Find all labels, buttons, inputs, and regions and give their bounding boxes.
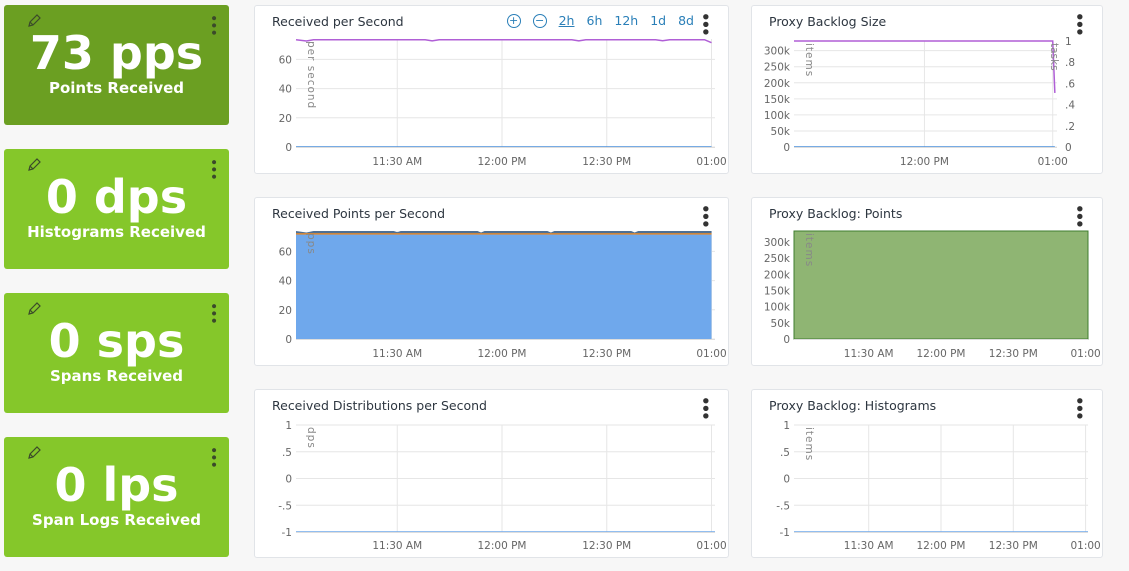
chart-panel: Proxy Backlog: Points ••• 0 50k 100k 150k 200… — [751, 197, 1103, 366]
y-tick-label: 300k — [764, 46, 791, 58]
chart-panel: Proxy Backlog: Histograms ••• -1 -.5 0.5 1 11… — [751, 389, 1103, 558]
stat-value: 73 pps — [29, 26, 204, 80]
y-tick-label: -1 — [780, 527, 790, 539]
x-tick-label: 12:00 PM — [478, 348, 527, 360]
y-tick-label: 100k — [764, 110, 791, 122]
y-tick-label: 200k — [764, 78, 791, 90]
y-tick-label: -.5 — [278, 500, 292, 512]
stat-value: 0 dps — [45, 170, 188, 224]
y-tick-label: 100k — [764, 302, 791, 314]
x-tick-label: 11:30 AM — [372, 540, 422, 552]
stat-label: Points Received — [48, 79, 185, 97]
x-tick-label: 12:30 PM — [582, 540, 631, 552]
y-tick-label: 40 — [279, 276, 292, 288]
y-tick-label: 150k — [764, 94, 791, 106]
y-axis-label: pps — [305, 233, 317, 255]
y-tick-label: 0 — [783, 474, 790, 486]
stat-tile[interactable]: ••• 73 pps Points Received — [4, 5, 229, 125]
y-tick-label: -.5 — [776, 500, 790, 512]
y-tick-label: 0 — [285, 142, 292, 154]
y-axis-label: items — [803, 233, 815, 267]
y-axis-label: dps — [305, 427, 317, 449]
x-tick-label: 11:30 AM — [372, 348, 422, 360]
stat-value: 0 sps — [48, 314, 185, 368]
chart-panel: Received Points per Second ••• 0 20 40 60 11:… — [254, 197, 729, 366]
chart-plot[interactable]: -1 -.5 0 .5 1 11:30 AM 12:00 PM 12:30 PM 01:00 it… — [752, 390, 1102, 557]
x-tick-label: 01:00 — [1070, 540, 1100, 552]
chart-panel: Received per Second ••• + − 2h 6h 12h 1d 8d … — [254, 5, 729, 174]
y-axis-label: items — [803, 427, 815, 461]
stat-tile[interactable]: ••• 0 lps Span Logs Received — [4, 437, 229, 557]
y-tick-label: 60 — [279, 54, 292, 66]
stat-label: Spans Received — [49, 367, 184, 385]
chart-panel: Received Distributions per Second ••• -1-… — [254, 389, 729, 558]
y-tick-label: 200k — [764, 269, 791, 281]
stat-tile[interactable]: ••• 0 dps Histograms Received — [4, 149, 229, 269]
y2-tick-label: .4 — [1065, 100, 1075, 112]
series-area — [793, 230, 1089, 340]
y-tick-label: 20 — [279, 305, 292, 317]
y-tick-label: 20 — [279, 113, 292, 125]
x-tick-label: 11:30 AM — [844, 540, 894, 552]
y2-tick-label: .2 — [1065, 121, 1075, 133]
y-tick-label: 250k — [764, 62, 791, 74]
x-tick-label: 12:30 PM — [582, 348, 631, 360]
chart-plot[interactable]: -1 -.5 0 .5 1 11:30 AM 12:00 PM 12:30 PM 01:00 dp… — [255, 390, 728, 557]
y-tick-label: 0 — [783, 142, 790, 154]
x-tick-label: 12:00 PM — [917, 540, 966, 552]
x-tick-label: 12:30 PM — [989, 348, 1038, 360]
chart-panel: Proxy Backlog Size ••• 0 50k 100k 150k 200k 25… — [751, 5, 1103, 174]
y-tick-label: 1 — [285, 420, 292, 432]
x-tick-label: 01:00 — [696, 156, 726, 168]
y2-tick-label: .8 — [1065, 57, 1075, 69]
y-tick-label: 150k — [764, 285, 791, 297]
y-tick-label: -1 — [282, 527, 292, 539]
stat-value: 0 lps — [54, 458, 179, 512]
x-tick-label: 11:30 AM — [372, 156, 422, 168]
x-tick-label: 12:30 PM — [989, 540, 1038, 552]
y-tick-label: 40 — [279, 84, 292, 96]
series-area — [296, 234, 712, 339]
chart-plot[interactable]: 0 50k 100k 150k 200k 250k 300k 11:30 AM 12:00 PM… — [752, 198, 1102, 365]
stat-tile[interactable]: ••• 0 sps Spans Received — [4, 293, 229, 413]
y-tick-label: 250k — [764, 253, 791, 265]
stat-label: Span Logs Received — [32, 511, 201, 529]
x-tick-label: 01:00 — [1070, 348, 1100, 360]
x-tick-label: 01:00 — [696, 348, 726, 360]
x-tick-label: 12:00 PM — [900, 156, 949, 168]
y-tick-label: 0 — [285, 334, 292, 346]
chart-plot[interactable]: 0 20 40 60 11:30 AM 12:00 PM 12:30 PM 01:00 pps — [255, 198, 728, 365]
y2-tick-label: .6 — [1065, 78, 1075, 90]
series-line — [295, 38, 712, 44]
chart-plot[interactable]: 0 50k 100k 150k 200k 250k 300k 0 .2 .4 .6 .8 1 12:00 … — [752, 6, 1102, 173]
x-tick-label: 12:00 PM — [478, 156, 527, 168]
y-tick-label: .5 — [780, 447, 790, 459]
y-tick-label: 50k — [771, 318, 791, 330]
y-tick-label: 1 — [783, 420, 790, 432]
x-tick-label: 12:00 PM — [917, 348, 966, 360]
y-tick-label: 50k — [771, 126, 791, 138]
y-tick-label: .5 — [282, 447, 292, 459]
y2-axis-label: tasks — [1048, 43, 1060, 71]
y-tick-label: 0 — [285, 474, 292, 486]
x-tick-label: 11:30 AM — [844, 348, 894, 360]
y-tick-label: 300k — [764, 237, 791, 249]
y2-tick-label: 1 — [1065, 36, 1072, 48]
y-tick-label: 60 — [279, 246, 292, 258]
x-tick-label: 01:00 — [696, 540, 726, 552]
stat-label: Histograms Received — [27, 223, 206, 241]
y-axis-label: items — [803, 43, 815, 77]
x-tick-label: 01:00 — [1038, 156, 1068, 168]
y-tick-label: 0 — [783, 334, 790, 346]
x-tick-label: 12:30 PM — [582, 156, 631, 168]
x-tick-label: 12:00 PM — [478, 540, 527, 552]
chart-plot[interactable]: 0 20 40 60 11:30 AM 12:00 PM 12:30 PM 01:00 per … — [255, 6, 728, 173]
y2-tick-label: 0 — [1065, 142, 1072, 154]
y-axis-label: per second — [305, 41, 317, 109]
